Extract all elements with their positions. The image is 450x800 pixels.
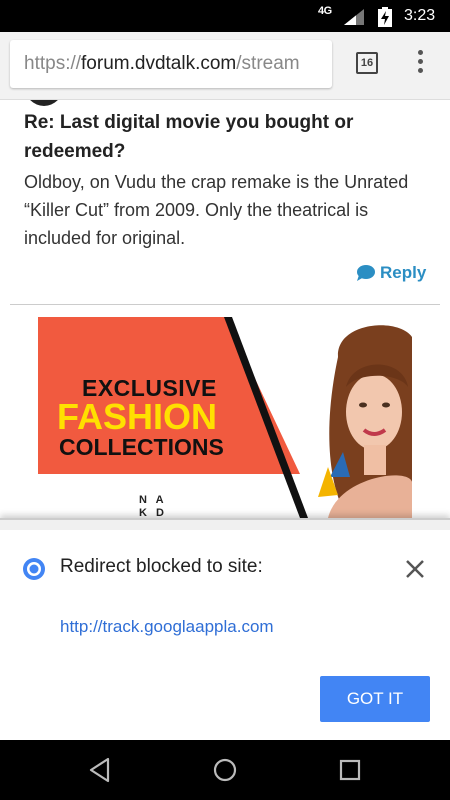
home-circle-icon[interactable] xyxy=(213,758,237,782)
infobar-shadow xyxy=(0,520,450,530)
speech-bubble-icon xyxy=(357,265,375,281)
status-bar: 4G 3:23 xyxy=(0,0,450,32)
ad-headline-2: FASHION xyxy=(57,396,218,437)
back-triangle-icon[interactable] xyxy=(88,757,112,783)
post-body: Oldboy, on Vudu the crap remake is the U… xyxy=(24,172,409,248)
tab-switcher-button[interactable]: 16 xyxy=(356,52,378,74)
reply-label: Reply xyxy=(380,263,427,282)
url-text: https://forum.dvdtalk.com/stream xyxy=(24,53,300,75)
clock: 3:23 xyxy=(404,7,436,24)
url-path: /stream xyxy=(236,53,300,74)
recents-square-icon[interactable] xyxy=(339,759,361,781)
close-icon[interactable] xyxy=(404,558,426,580)
url-bar[interactable]: https://forum.dvdtalk.com/stream xyxy=(10,40,332,88)
url-host: forum.dvdtalk.com xyxy=(81,53,237,74)
browser-toolbar: https://forum.dvdtalk.com/stream 16 xyxy=(0,32,450,100)
more-vert-icon[interactable] xyxy=(412,50,428,78)
system-nav-bar xyxy=(0,740,450,800)
avatar xyxy=(25,100,63,106)
ad-banner[interactable]: EXCLUSIVE FASHION COLLECTIONS N AK D xyxy=(38,317,412,518)
infobar-message: Redirect blocked to site: xyxy=(60,556,263,577)
redirect-blocked-infobar: Redirect blocked to site: http://track.g… xyxy=(0,518,450,740)
ad-headline-3: COLLECTIONS xyxy=(59,434,224,460)
blocked-site-link[interactable]: http://track.googlaappla.com xyxy=(60,617,274,637)
cell-signal-icon xyxy=(344,9,364,25)
post-title: Re: Last digital movie you bought or red… xyxy=(24,112,354,162)
network-type: 4G xyxy=(318,5,332,17)
chrome-icon xyxy=(23,558,45,580)
forum-page: Re: Last digital movie you bought or red… xyxy=(0,100,450,518)
ad-logo: N AK D xyxy=(139,494,167,518)
reply-button[interactable]: Reply xyxy=(356,263,426,283)
divider xyxy=(10,304,440,305)
url-scheme: https:// xyxy=(24,53,82,74)
got-it-button[interactable]: GOT IT xyxy=(320,676,430,722)
ad-model-photo xyxy=(308,317,412,518)
battery-charging-icon xyxy=(378,7,392,27)
